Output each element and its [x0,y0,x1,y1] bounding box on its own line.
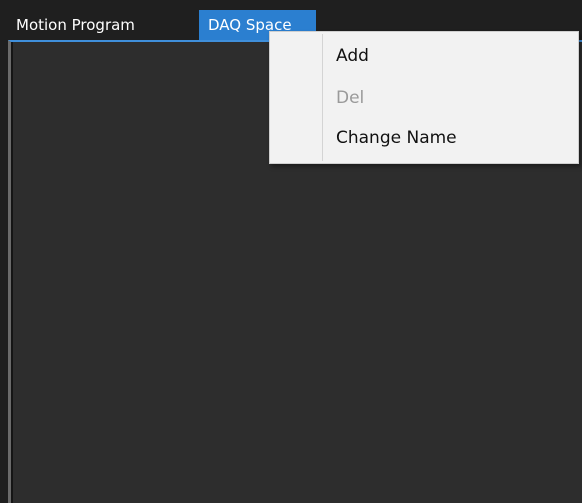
menu-item-del: Del [336,88,365,108]
context-menu: Add Del Change Name [269,31,579,164]
menu-item-add[interactable]: Add [272,36,576,76]
menu-item-change-name[interactable]: Change Name [272,118,576,158]
tab-motion-program[interactable]: Motion Program [10,10,196,40]
